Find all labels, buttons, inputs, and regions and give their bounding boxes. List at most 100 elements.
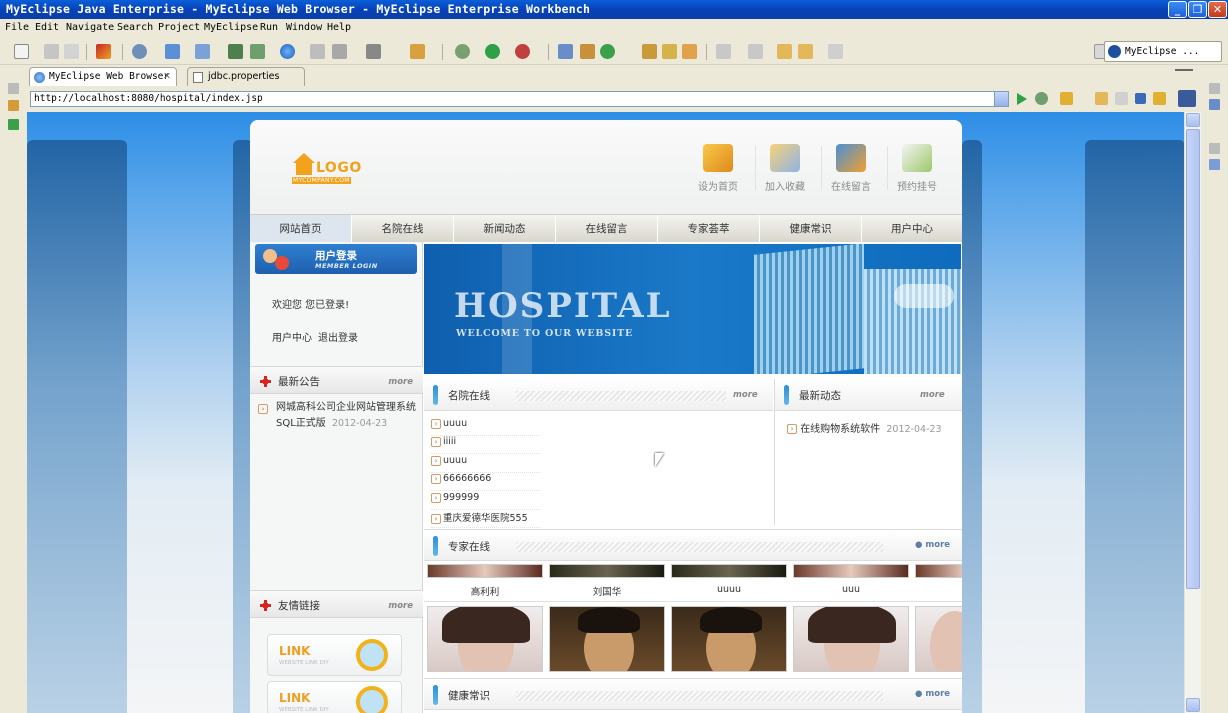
minimize-button[interactable]: _	[1168, 1, 1187, 18]
save-icon[interactable]	[44, 44, 59, 59]
hospital-item[interactable]: › 999999	[431, 492, 541, 510]
minimize-editor-icon[interactable]	[1175, 69, 1193, 77]
refresh-icon[interactable]	[332, 44, 347, 59]
menu-run[interactable]: Run	[260, 22, 278, 33]
expert-name-4[interactable]: uuu	[793, 584, 909, 595]
go-icon[interactable]	[1017, 93, 1027, 105]
debug-page-icon[interactable]	[1035, 92, 1048, 105]
nav-user-center[interactable]: 用户中心	[862, 215, 962, 243]
pencil-icon[interactable]	[662, 44, 677, 59]
build-icon[interactable]	[600, 44, 615, 59]
vertical-scrollbar[interactable]	[1184, 112, 1201, 713]
expert-photo[interactable]	[427, 606, 543, 672]
marker-icon[interactable]	[682, 44, 697, 59]
set-homepage-link[interactable]: 设为首页	[686, 144, 750, 193]
perspective-switcher[interactable]: MyEclipse ...	[1104, 41, 1222, 62]
back-icon[interactable]	[798, 44, 813, 59]
hospitals-more-link[interactable]: more	[733, 390, 758, 400]
restore-right-icon[interactable]	[1209, 83, 1220, 94]
hospital-item[interactable]: › 66666666	[431, 473, 541, 491]
url-input[interactable]: http://localhost:8080/hospital/index.jsp	[30, 91, 1009, 107]
scroll-up-icon[interactable]	[1186, 113, 1200, 127]
browser-settings-icon[interactable]	[1178, 90, 1196, 107]
menu-project[interactable]: Project	[158, 22, 200, 33]
globe-icon[interactable]	[280, 44, 295, 59]
expert-photo[interactable]	[549, 606, 665, 672]
expert-name-1[interactable]: 高利利	[427, 584, 543, 598]
debug-icon[interactable]	[455, 44, 470, 59]
nav-hospitals[interactable]: 名院在线	[352, 215, 454, 243]
hospital-item[interactable]: › uuuu	[431, 455, 541, 473]
outline-icon[interactable]	[1209, 99, 1220, 110]
new-file-icon[interactable]	[14, 44, 29, 59]
scroll-thumb[interactable]	[1186, 129, 1200, 589]
expert-name-3[interactable]: uuuu	[671, 584, 787, 595]
open-icon[interactable]	[310, 44, 325, 59]
hierarchy-icon[interactable]	[8, 119, 19, 130]
reload-icon[interactable]	[1153, 92, 1166, 105]
browser-forward-icon[interactable]	[1115, 92, 1128, 105]
restore-icon[interactable]	[8, 83, 19, 94]
online-message-link[interactable]: 在线留言	[819, 144, 883, 193]
menu-myeclipse[interactable]: MyEclipse	[204, 22, 258, 33]
tab-jdbc-properties[interactable]: jdbc.properties	[187, 67, 305, 86]
server-icon[interactable]	[132, 44, 147, 59]
nav-experts[interactable]: 专家荟萃	[658, 215, 760, 243]
run-icon[interactable]	[485, 44, 500, 59]
add-favorite-link[interactable]: 加入收藏	[753, 144, 817, 193]
menu-file[interactable]: File	[5, 22, 29, 33]
appointment-link[interactable]: 预约挂号	[885, 144, 949, 193]
tab-close-icon[interactable]: ✕	[163, 71, 171, 82]
forward-icon[interactable]	[828, 44, 843, 59]
logout-link[interactable]: 退出登录	[318, 329, 358, 344]
package-explorer-icon[interactable]	[8, 100, 19, 111]
links-more-link[interactable]: more	[388, 601, 413, 611]
friend-link-1[interactable]: LINK WEBSITE LINK DIY	[267, 634, 402, 676]
nav-message[interactable]: 在线留言	[556, 215, 658, 243]
favorites-icon[interactable]	[1060, 92, 1073, 105]
menu-help[interactable]: Help	[327, 22, 351, 33]
stop-icon[interactable]	[1135, 93, 1146, 104]
hospital-item[interactable]: › 重庆爱德华医院555	[431, 510, 541, 528]
maximize-button[interactable]: ❐	[1188, 1, 1207, 18]
expert-name-2[interactable]: 刘国华	[549, 584, 665, 598]
prev-annotation-icon[interactable]	[748, 44, 763, 59]
notice-more-link[interactable]: more	[388, 377, 413, 387]
menu-edit[interactable]: Edit	[35, 22, 59, 33]
print-icon[interactable]	[64, 44, 79, 59]
hospital-item[interactable]: › iiiii	[431, 436, 541, 454]
open-type-icon[interactable]	[642, 44, 657, 59]
user-center-link[interactable]: 用户中心	[272, 329, 312, 344]
friend-link-2[interactable]: LINK WEBSITE LINK DIY	[267, 681, 402, 713]
db-icon[interactable]	[228, 44, 243, 59]
site-logo[interactable]: LOGO MYCOMPANY.COM	[290, 153, 362, 189]
news-more-link[interactable]: more	[920, 390, 945, 400]
new-class-icon[interactable]	[558, 44, 573, 59]
external-tools-icon[interactable]	[515, 44, 530, 59]
deploy-icon[interactable]	[165, 44, 180, 59]
new-package-icon[interactable]	[580, 44, 595, 59]
nav-home[interactable]: 网站首页	[250, 215, 352, 243]
menu-search[interactable]: Search	[117, 22, 153, 33]
hospital-item[interactable]: › uuuu	[431, 418, 541, 436]
last-edit-icon[interactable]	[777, 44, 792, 59]
camera-icon[interactable]	[366, 44, 381, 59]
browser-back-icon[interactable]	[1095, 92, 1108, 105]
restore-bottom-icon[interactable]	[1209, 143, 1220, 154]
expert-photo[interactable]	[671, 606, 787, 672]
health-more-link[interactable]: ● more	[915, 689, 950, 699]
news-item[interactable]: › 在线购物系统软件 2012-04-23	[787, 420, 942, 435]
close-button[interactable]: ✕	[1208, 1, 1227, 18]
package-icon[interactable]	[96, 44, 111, 59]
scroll-down-icon[interactable]	[1186, 698, 1200, 712]
search-icon[interactable]	[195, 44, 210, 59]
expert-photo[interactable]	[793, 606, 909, 672]
expert-photo[interactable]	[915, 606, 962, 672]
wizard-icon[interactable]	[250, 44, 265, 59]
menu-window[interactable]: Window	[286, 22, 322, 33]
tools-icon[interactable]	[410, 44, 425, 59]
url-dropdown-icon[interactable]	[994, 92, 1008, 106]
nav-health[interactable]: 健康常识	[760, 215, 862, 243]
nav-news[interactable]: 新闻动态	[454, 215, 556, 243]
tab-web-browser[interactable]: MyEclipse Web Browser ✕	[29, 67, 177, 86]
